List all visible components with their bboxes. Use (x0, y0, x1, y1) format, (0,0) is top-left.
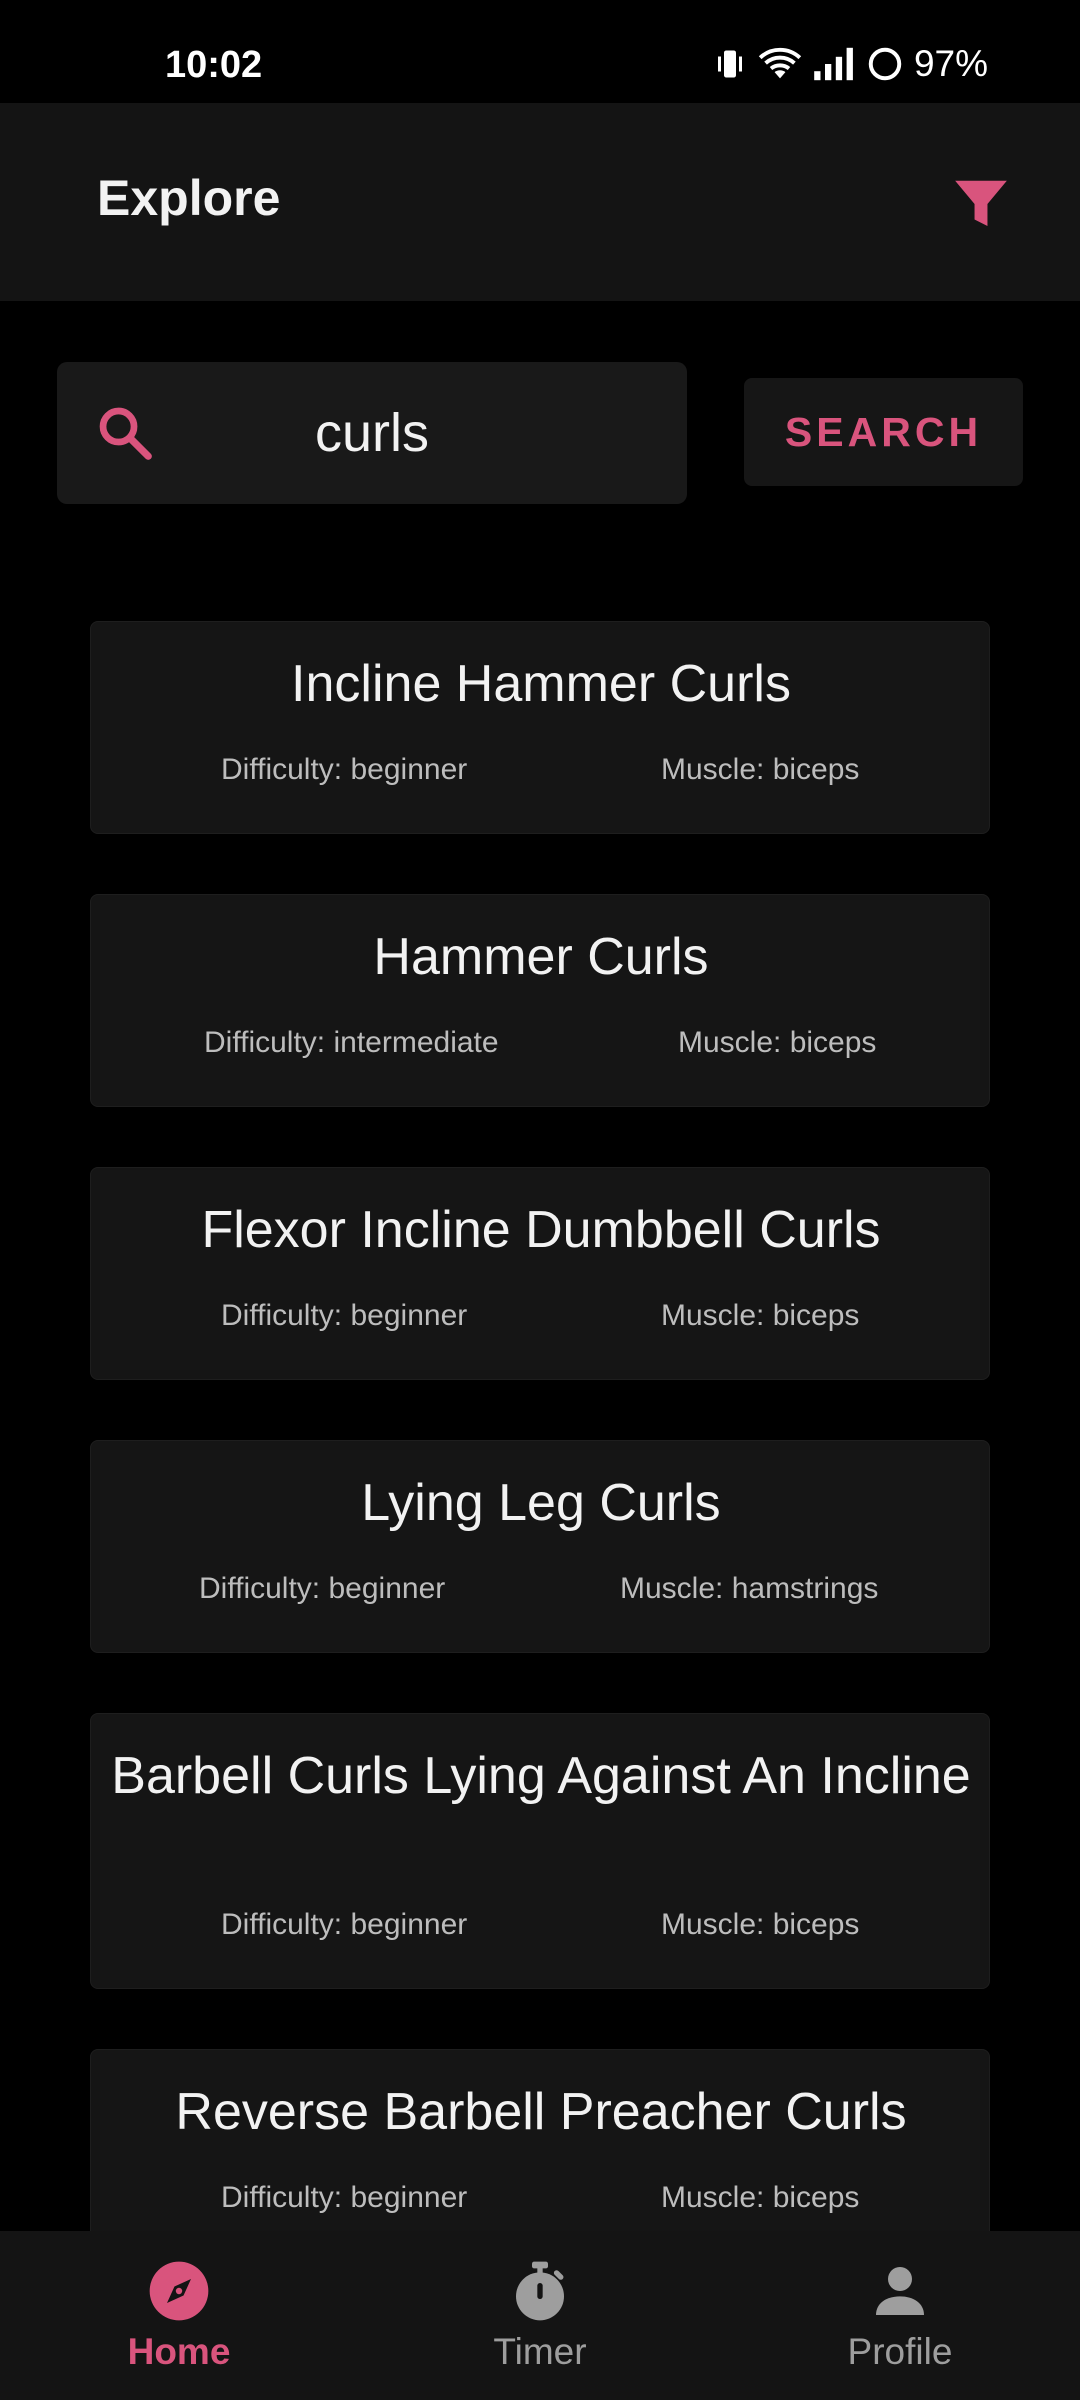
exercise-title: Lying Leg Curls (361, 1474, 721, 1532)
exercise-title: Flexor Incline Dumbbell Curls (201, 1201, 881, 1259)
stopwatch-icon (516, 2261, 564, 2321)
difficulty-label: Difficulty: beginner (199, 1572, 446, 1605)
exercise-title: Hammer Curls (373, 928, 709, 986)
nav-label-profile: Profile (847, 2331, 953, 2372)
muscle-label: Muscle: biceps (678, 1026, 877, 1059)
bottom-navigation: Home Timer Profile (0, 2231, 1080, 2400)
nav-label-timer: Timer (493, 2331, 587, 2372)
person-icon (876, 2267, 924, 2315)
exercise-title: Reverse Barbell Preacher Curls (175, 2083, 907, 2141)
status-icons: 97% (712, 43, 988, 84)
list-item[interactable]: Lying Leg Curls Difficulty: beginner Mus… (90, 1440, 990, 1653)
search-input[interactable]: curls (57, 362, 687, 504)
exercise-title: Barbell Curls Lying Against An Incline (111, 1747, 971, 1805)
list-item[interactable]: Hammer Curls Difficulty: intermediate Mu… (90, 894, 990, 1107)
page-title: Explore (97, 170, 281, 226)
nav-item-timer[interactable]: Timer (450, 2259, 630, 2373)
difficulty-label: Difficulty: beginner (221, 1908, 468, 1941)
nav-item-home[interactable]: Home (89, 2259, 269, 2373)
battery-icon (868, 47, 902, 81)
status-time: 10:02 (165, 44, 263, 86)
list-item[interactable]: Incline Hammer Curls Difficulty: beginne… (90, 621, 990, 834)
difficulty-label: Difficulty: beginner (221, 2181, 468, 2214)
muscle-label: Muscle: biceps (661, 2181, 860, 2214)
difficulty-label: Difficulty: beginner (221, 753, 468, 786)
exercise-title: Incline Hammer Curls (291, 655, 791, 713)
battery-percent: 97% (913, 43, 988, 84)
nav-item-profile[interactable]: Profile (810, 2259, 990, 2373)
muscle-label: Muscle: biceps (661, 1299, 860, 1332)
status-bar: 10:02 97% (0, 0, 1080, 103)
search-value: curls (314, 403, 429, 463)
list-item[interactable]: Barbell Curls Lying Against An Incline D… (90, 1713, 990, 1989)
muscle-label: Muscle: hamstrings (620, 1572, 879, 1605)
signal-icon (814, 47, 853, 81)
filter-icon (955, 180, 1007, 226)
muscle-label: Muscle: biceps (661, 1908, 860, 1941)
difficulty-label: Difficulty: beginner (221, 1299, 468, 1332)
list-item[interactable]: Flexor Incline Dumbbell Curls Difficulty… (90, 1167, 990, 1380)
vibrate-icon (717, 50, 742, 78)
app-bar: Explore (0, 103, 1080, 301)
difficulty-label: Difficulty: intermediate (204, 1026, 499, 1059)
nav-label-home: Home (127, 2331, 231, 2372)
filter-button[interactable] (950, 173, 1012, 235)
muscle-label: Muscle: biceps (661, 753, 860, 786)
wifi-icon (758, 47, 802, 79)
search-button[interactable]: SEARCH (744, 378, 1023, 486)
compass-icon (149, 2261, 209, 2321)
